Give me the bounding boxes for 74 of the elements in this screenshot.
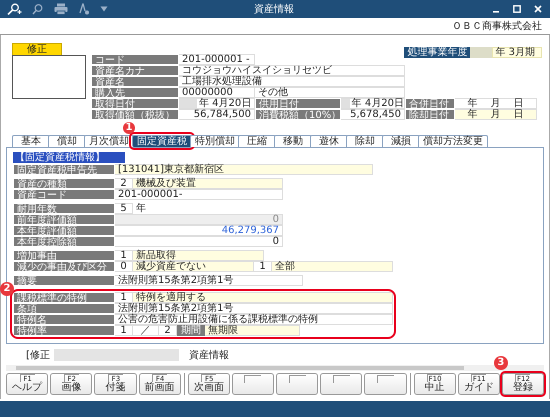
field-label: 特例率 <box>13 325 115 336</box>
function-key[interactable] <box>364 373 407 395</box>
tab[interactable]: 償却方法変更 <box>418 135 488 147</box>
tab[interactable]: 除却 <box>346 135 384 147</box>
amount-field[interactable]: 0 <box>115 236 283 247</box>
company-name: ＯＢＣ商事株式会社 <box>452 20 542 33</box>
choice-field[interactable]: 特例を適用する <box>133 292 393 303</box>
code-field[interactable]: 1 <box>115 325 133 336</box>
tab[interactable]: 償却 <box>48 135 86 147</box>
field-label: 摘要 <box>13 275 115 286</box>
amount-field[interactable]: 46,279,367 <box>115 225 283 236</box>
text-field[interactable]: 201-000001- <box>115 189 283 200</box>
field-label: コード <box>91 54 179 65</box>
date-field[interactable]: 年 月 日 <box>455 109 537 120</box>
text-field[interactable]: コウジョウハイスイショリセツビ <box>179 65 405 76</box>
choice-field[interactable]: [131041]東京都新宿区 <box>115 164 373 175</box>
callout-number: 2 <box>0 282 14 296</box>
callout-number: 3 <box>494 356 508 370</box>
tab[interactable]: 圧縮 <box>238 135 276 147</box>
tab[interactable]: 減損 <box>382 135 420 147</box>
screen-name: 資産情報 <box>188 348 229 362</box>
fiscal-year-field[interactable]: 年 3月期 <box>492 47 542 58</box>
field-label: 本年度控除額 <box>13 236 115 247</box>
mode-text: [修正 <box>26 349 50 362</box>
dropdown-icon[interactable] <box>100 6 108 12</box>
text-field[interactable]: 法附則第15条第2項第1号 <box>115 303 393 314</box>
mode-badge: 修正 <box>12 43 62 55</box>
tab[interactable]: 基本 <box>12 135 50 147</box>
field-label: 増加事由 <box>13 250 115 261</box>
choice-field[interactable]: 機械及び装置 <box>133 178 283 189</box>
amount-field[interactable]: 56,784,500 <box>179 109 255 120</box>
choice-field[interactable]: 新品取得 <box>133 250 264 261</box>
text-field[interactable]: その他 <box>255 87 405 98</box>
field-label: 供用日付 <box>255 98 341 109</box>
era-field[interactable] <box>470 47 492 58</box>
field-label: 除却日付 <box>405 109 455 120</box>
function-key[interactable] <box>232 373 274 395</box>
window-title: 資産情報 <box>253 2 295 16</box>
function-key[interactable] <box>276 373 318 395</box>
field-label: 購入先 <box>91 87 179 98</box>
close-icon[interactable] <box>534 5 542 13</box>
field-label: 特例名 <box>13 314 115 325</box>
tab[interactable]: 固定資産税 <box>132 135 192 147</box>
slash-text: ／ <box>140 326 150 336</box>
field-label: 条項 <box>13 303 115 314</box>
field-label: 前年度評価額 <box>13 214 115 225</box>
tab[interactable]: 月次償却 <box>84 135 134 147</box>
maximize-icon[interactable] <box>513 5 521 13</box>
amount-field[interactable]: 5,678,450 <box>341 109 405 120</box>
scrollbar[interactable] <box>6 365 544 371</box>
text-field[interactable]: 法附則第15条第2項第1号 <box>115 275 303 286</box>
text-field[interactable]: 工場排水処理設備 <box>179 76 405 87</box>
function-key[interactable] <box>320 373 362 395</box>
fiscal-year-label: 処理事業年度 <box>404 47 470 58</box>
field-label: 課税標準の特例 <box>13 292 115 303</box>
period-tag: 期間 <box>177 325 205 336</box>
unit-label: 年 <box>135 203 147 214</box>
code-field[interactable]: 201-000001 - <box>179 54 255 65</box>
choice-field[interactable]: 全部 <box>272 261 393 272</box>
section-title: 【固定資産税情報】 <box>13 152 125 163</box>
code-field[interactable]: 00000000 <box>179 87 255 98</box>
choice-field[interactable]: 無期限 <box>205 325 300 336</box>
field-label: 本年度評価額 <box>13 225 115 236</box>
tab[interactable]: 特別償却 <box>190 135 240 147</box>
field-label: 合併日付 <box>405 98 455 109</box>
callout-number: 1 <box>123 122 135 134</box>
tab[interactable]: 移動 <box>274 135 312 147</box>
field-label: 耐用年数 <box>13 203 115 214</box>
choice-field[interactable]: 減少資産でない <box>133 261 254 272</box>
tab[interactable]: 遊休 <box>310 135 348 147</box>
zoom-in-icon[interactable] <box>6 3 22 15</box>
search-icon[interactable] <box>32 3 44 15</box>
printer-icon[interactable] <box>54 3 68 15</box>
field-label: 取得日付 <box>91 98 179 109</box>
